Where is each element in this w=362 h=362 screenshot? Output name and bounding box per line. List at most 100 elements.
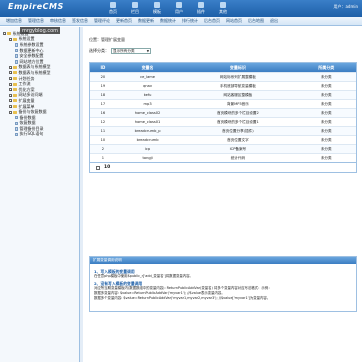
table-row[interactable]: 11 breadcrumb_p 首页位置分享(插件) 未分类 <box>90 126 356 135</box>
table-cell: 网站客服区整模板 <box>223 92 253 97</box>
expand-icon[interactable]: + <box>9 93 12 97</box>
help-box: 扩展变量调用说明 1、写入模板的变量调用 在任意php模板中使用$public_… <box>89 256 357 312</box>
vars-table: ID 变量名 变量标识 所属分类 20 ce_lame 网站标系列扩展整模板 未分类 1… <box>89 62 357 173</box>
other-icon <box>220 2 226 8</box>
table-header: ID 变量名 变量标识 所属分类 <box>90 63 356 72</box>
table-cell: 首页模块的多个栏目设置1 <box>216 119 259 124</box>
document-icon <box>15 127 18 131</box>
watermark: mrgyblog.com <box>20 27 61 34</box>
table-cell: 10 <box>100 138 106 142</box>
folder-icon <box>13 65 17 69</box>
nav-tab-other[interactable]: 其他 <box>213 2 233 15</box>
folder-icon <box>13 88 17 92</box>
col-header: 所属分类 <box>318 64 335 70</box>
nav-tab-plugin[interactable]: 插件 <box>191 2 211 15</box>
col-header: 变量标识 <box>229 64 246 70</box>
nav-tab-template[interactable]: 模板 <box>147 2 167 15</box>
expand-icon[interactable]: + <box>9 65 12 69</box>
home-icon <box>110 2 116 8</box>
table-row[interactable]: 17 mp3 背景MP3音乐 未分类 <box>90 99 356 108</box>
plugin-icon <box>198 2 204 8</box>
expand-icon[interactable]: + <box>9 99 12 103</box>
subnav-link[interactable]: 网站首页 <box>226 18 242 24</box>
table-cell[interactable]: kefu <box>116 93 180 97</box>
table-row[interactable]: 2 icp ICP备案号 未分类 <box>90 144 356 153</box>
nav-tab-label: 模板 <box>153 9 161 14</box>
subnav-link[interactable]: 增加信息 <box>6 18 22 24</box>
expand-icon[interactable]: + <box>9 82 12 86</box>
sidebar-tree: −系统设置−系统设置系统参数设置数据更新中心安全参数配置网站地方位置+数据表与系… <box>0 27 80 362</box>
table-cell: 首页位置文字 <box>227 137 249 142</box>
subnav-link[interactable]: 管理信息 <box>28 18 44 24</box>
collapse-icon[interactable]: − <box>9 37 12 41</box>
expand-icon[interactable]: + <box>9 77 12 80</box>
nav-tab-label: 栏目 <box>131 9 139 14</box>
table-cell[interactable]: home_class02 <box>116 111 180 115</box>
top-header: EmpireCMS 首页 栏目 模板 用户 插件 其他 用户：admin <box>0 0 362 17</box>
subnav-link[interactable]: 管理评论 <box>94 18 110 24</box>
document-icon <box>15 43 18 47</box>
folder-icon <box>7 32 11 36</box>
subnav-link[interactable]: 签发信息 <box>72 18 88 24</box>
table-cell: 背景MP3音乐 <box>226 101 249 106</box>
table-cell[interactable]: tongji <box>116 156 180 160</box>
table-row[interactable]: 10 breadcrumb 首页位置文字 未分类 <box>90 135 356 144</box>
nav-tab-user[interactable]: 用户 <box>169 2 189 15</box>
subnav-link[interactable]: 更新首页 <box>116 18 132 24</box>
table-row[interactable]: 20 ce_lame 网站标系列扩展整模板 未分类 <box>90 72 356 81</box>
category-select[interactable]: 显示所有分类 ▼ <box>111 48 151 54</box>
document-icon <box>15 54 18 58</box>
template-icon <box>154 2 160 8</box>
select-all-checkbox[interactable] <box>96 165 100 170</box>
main-nav: 首页 栏目 模板 用户 插件 其他 <box>103 2 235 15</box>
table-cell: 11 <box>100 129 106 133</box>
expand-icon[interactable]: + <box>9 88 12 92</box>
table-row[interactable]: 18 kefu 网站客服区整模板 未分类 <box>90 90 356 99</box>
subnav-link[interactable]: 数据统计 <box>160 18 176 24</box>
subnav-link[interactable]: 排行统计 <box>182 18 198 24</box>
document-icon <box>15 121 18 126</box>
nav-tab-home[interactable]: 首页 <box>103 2 123 15</box>
nav-tab-label: 用户 <box>175 9 183 14</box>
subnav-link[interactable]: 后台地图 <box>248 18 264 24</box>
subnav-link[interactable]: 数据更新 <box>138 18 154 24</box>
subnav-link[interactable]: 退出 <box>270 18 278 24</box>
expand-icon[interactable]: + <box>9 105 12 108</box>
col-header: 变量名 <box>141 64 154 70</box>
table-cell: 20 <box>100 75 106 79</box>
subnav-link[interactable]: 审核信息 <box>50 18 66 24</box>
folder-icon <box>13 77 17 81</box>
nav-tab-label: 其他 <box>219 9 227 14</box>
collapse-icon[interactable]: − <box>9 110 12 114</box>
table-cell: 手机底部导航变量模板 <box>219 83 256 88</box>
subnav-link[interactable]: 后台首页 <box>204 18 220 24</box>
tree-item[interactable]: 执行SQL语句 <box>3 131 76 138</box>
table-cell[interactable]: home_class01 <box>116 120 180 124</box>
table-cell: 未分类 <box>320 92 332 97</box>
table-cell: 未分类 <box>320 128 332 133</box>
category-select-value: 显示所有分类 <box>113 48 135 53</box>
table-cell: 17 <box>100 102 106 106</box>
table-cell: 未分类 <box>320 155 332 160</box>
table-row[interactable]: 19 qnav 手机底部导航变量模板 未分类 <box>90 81 356 90</box>
folder-icon <box>13 110 17 114</box>
folder-icon <box>13 99 17 103</box>
table-row[interactable]: 12 home_class01 首页模块的多个栏目设置1 未分类 <box>90 117 356 126</box>
table-cell: 未分类 <box>320 146 332 151</box>
footer-count: 10 <box>104 165 111 170</box>
col-header: ID <box>100 65 106 70</box>
expand-icon[interactable]: + <box>9 71 12 75</box>
nav-tab-column[interactable]: 栏目 <box>125 2 145 15</box>
splitter[interactable] <box>80 27 83 362</box>
table-cell[interactable]: ce_lame <box>116 75 180 79</box>
table-row[interactable]: 16 home_class02 首页模块的多个栏目设置2 未分类 <box>90 108 356 117</box>
table-cell[interactable]: qnav <box>116 84 180 88</box>
table-cell[interactable]: mp3 <box>116 102 180 106</box>
user-info[interactable]: 用户：admin <box>333 4 358 10</box>
table-cell[interactable]: breadcrumb <box>116 138 180 142</box>
table-cell[interactable]: breadcrumb_p <box>116 129 180 133</box>
help-line: 数据多个变量内容: $value=ReturnPublicAddVar('myv… <box>94 296 271 300</box>
table-row[interactable]: 1 tongji 统计代码 未分类 <box>90 153 356 162</box>
collapse-icon[interactable]: − <box>3 32 6 36</box>
table-cell[interactable]: icp <box>116 147 180 151</box>
